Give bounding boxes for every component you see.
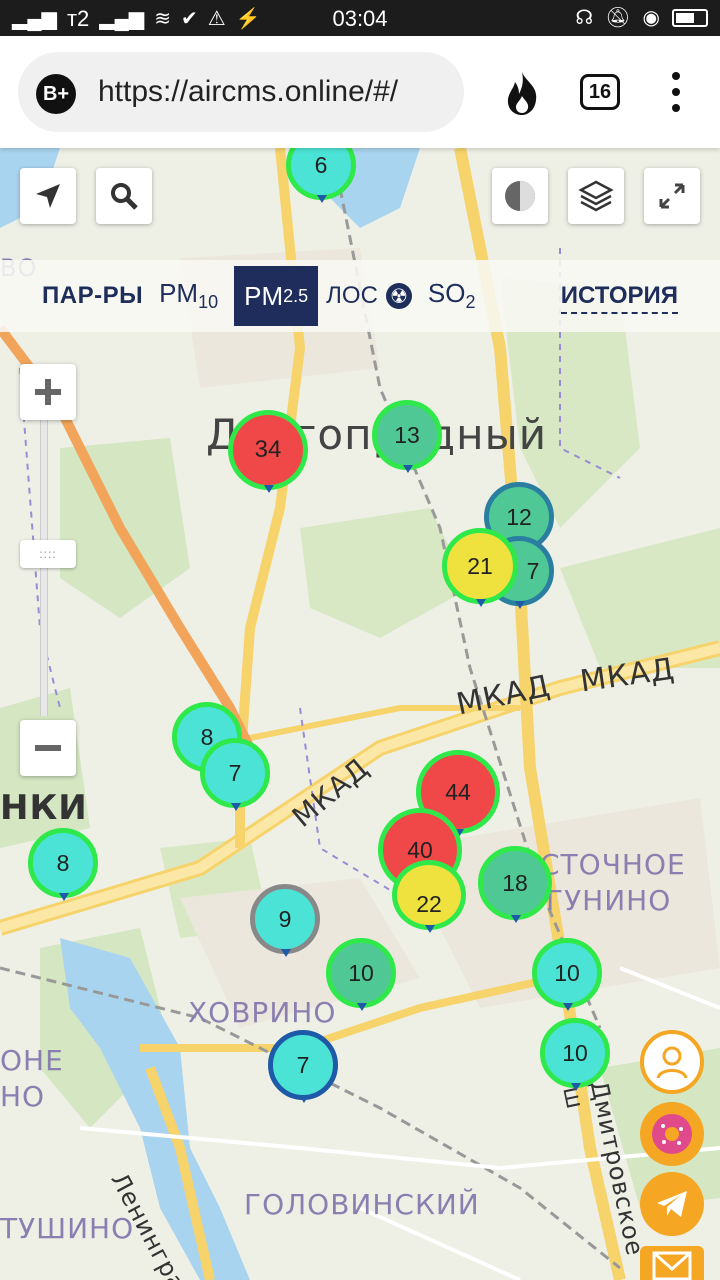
sensor-marker[interactable]: 10 — [540, 1018, 610, 1091]
label-golovinsky: ГОЛОВИНСКИЙ — [244, 1188, 480, 1221]
zoom-out-button[interactable] — [20, 720, 76, 776]
minus-icon — [35, 745, 61, 751]
sensor-marker[interactable]: 22 — [392, 860, 466, 933]
sensor-marker[interactable]: 10 — [326, 938, 396, 1011]
fullscreen-button[interactable] — [644, 168, 700, 224]
sensor-marker[interactable]: 9 — [250, 884, 320, 957]
sensor-marker[interactable]: 18 — [478, 846, 552, 923]
tab-los[interactable]: ЛОС — [326, 282, 378, 310]
map-view[interactable]: Долгопрудный МКАД МКАД МКАД ХОВРИНО ГОЛО… — [0, 148, 720, 1280]
mail-icon — [652, 1251, 692, 1280]
headset-icon: ☊ — [575, 7, 594, 29]
locate-button[interactable] — [20, 168, 76, 224]
history-link[interactable]: ИСТОРИЯ — [560, 282, 678, 314]
tab-pm10[interactable]: PM10 — [151, 278, 226, 313]
layers-button[interactable] — [568, 168, 624, 224]
label-one: ОНЕ — [0, 1044, 64, 1077]
fire-icon[interactable] — [502, 70, 542, 116]
tab-pm25[interactable]: PM 2.5 — [234, 266, 319, 326]
sensor-marker[interactable]: 13 — [372, 400, 442, 473]
label-khovrino: ХОВРИНО — [188, 996, 337, 1029]
plus-icon — [35, 379, 61, 405]
tabs-button[interactable]: 16 — [580, 74, 620, 110]
user-icon — [656, 1046, 688, 1079]
tab-so2[interactable]: SO2 — [420, 278, 484, 313]
expand-icon — [659, 183, 685, 209]
sensor-marker[interactable]: 8 — [28, 828, 98, 901]
search-button[interactable] — [96, 168, 152, 224]
half-circle-icon — [505, 181, 535, 211]
sensor-marker[interactable]: 21 — [442, 528, 518, 607]
menu-icon[interactable] — [664, 72, 688, 112]
theme-button[interactable] — [492, 168, 548, 224]
label-vostochnoe: СТОЧНОЕ — [540, 848, 686, 881]
sensor-marker[interactable]: 34 — [228, 410, 308, 493]
layers-icon — [578, 180, 614, 212]
search-icon — [111, 183, 138, 210]
label-one2: НО — [0, 1080, 46, 1113]
address-bar[interactable]: B+ https://aircms.online/#/ — [18, 52, 464, 132]
parameters-bar: ПАР-РЫ PM10 PM 2.5 ЛОС ☢ SO2 ИСТОРИЯ — [0, 260, 720, 332]
status-bar: ▂▄▆ т2 ▂▄▆ ≋ ✔ ⚠ ⚡ 03:04 ☊ 🔕︎ ◉ — [0, 0, 720, 36]
mail-button[interactable] — [640, 1246, 704, 1280]
sensor-marker[interactable]: 7 — [200, 738, 270, 811]
params-label: ПАР-РЫ — [42, 282, 144, 309]
radiation-icon[interactable]: ☢ — [385, 283, 412, 309]
browser-toolbar: B+ https://aircms.online/#/ 16 — [0, 36, 720, 148]
donut-icon — [652, 1114, 692, 1154]
zoom-in-button[interactable] — [20, 364, 76, 420]
label-tushino: ТУШИНО — [0, 1212, 135, 1245]
eye-icon: ◉ — [642, 7, 660, 29]
battery-icon — [672, 9, 708, 27]
sensor-marker[interactable]: 10 — [532, 938, 602, 1011]
bell-off-icon: 🔕︎ — [605, 7, 631, 29]
label-degunino: ГУНИНО — [546, 884, 672, 917]
telegram-icon — [657, 1191, 687, 1217]
donate-button[interactable] — [640, 1102, 704, 1166]
telegram-button[interactable] — [640, 1172, 704, 1236]
location-arrow-icon — [36, 184, 60, 208]
sensor-marker[interactable]: 7 — [268, 1030, 338, 1103]
account-button[interactable] — [640, 1030, 704, 1094]
browser-badge-icon[interactable]: B+ — [36, 74, 76, 114]
label-khimki: НКИ — [0, 788, 88, 828]
url-text[interactable]: https://aircms.online/#/ — [98, 74, 398, 110]
zoom-slider-handle[interactable]: :::: — [20, 540, 76, 568]
